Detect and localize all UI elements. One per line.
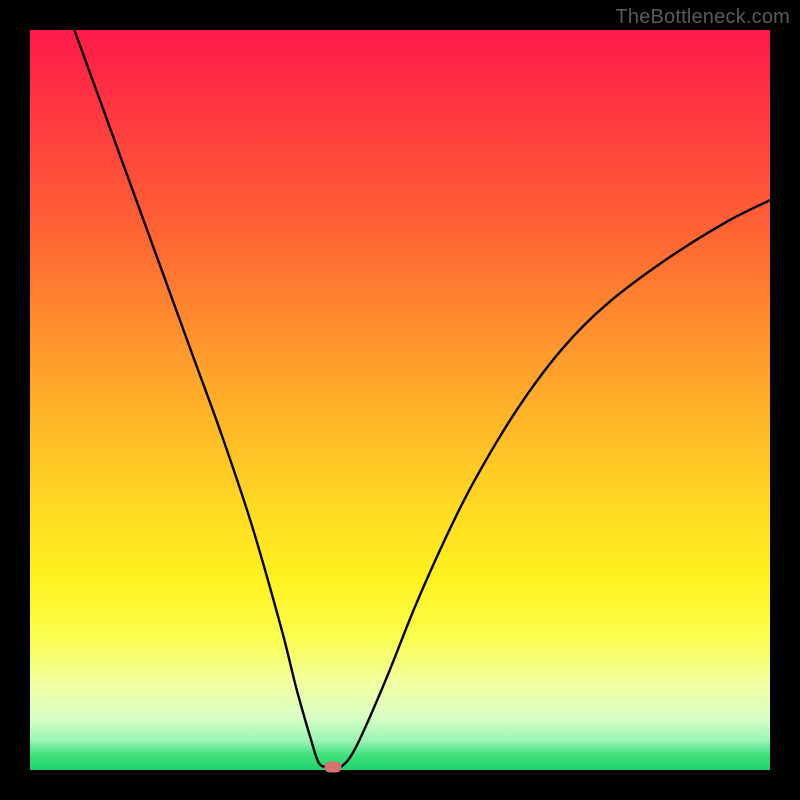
chart-frame: TheBottleneck.com — [0, 0, 800, 800]
plot-area — [30, 30, 770, 770]
bottleneck-curve — [30, 30, 770, 770]
watermark-text: TheBottleneck.com — [615, 6, 790, 29]
optimum-marker — [325, 762, 342, 773]
